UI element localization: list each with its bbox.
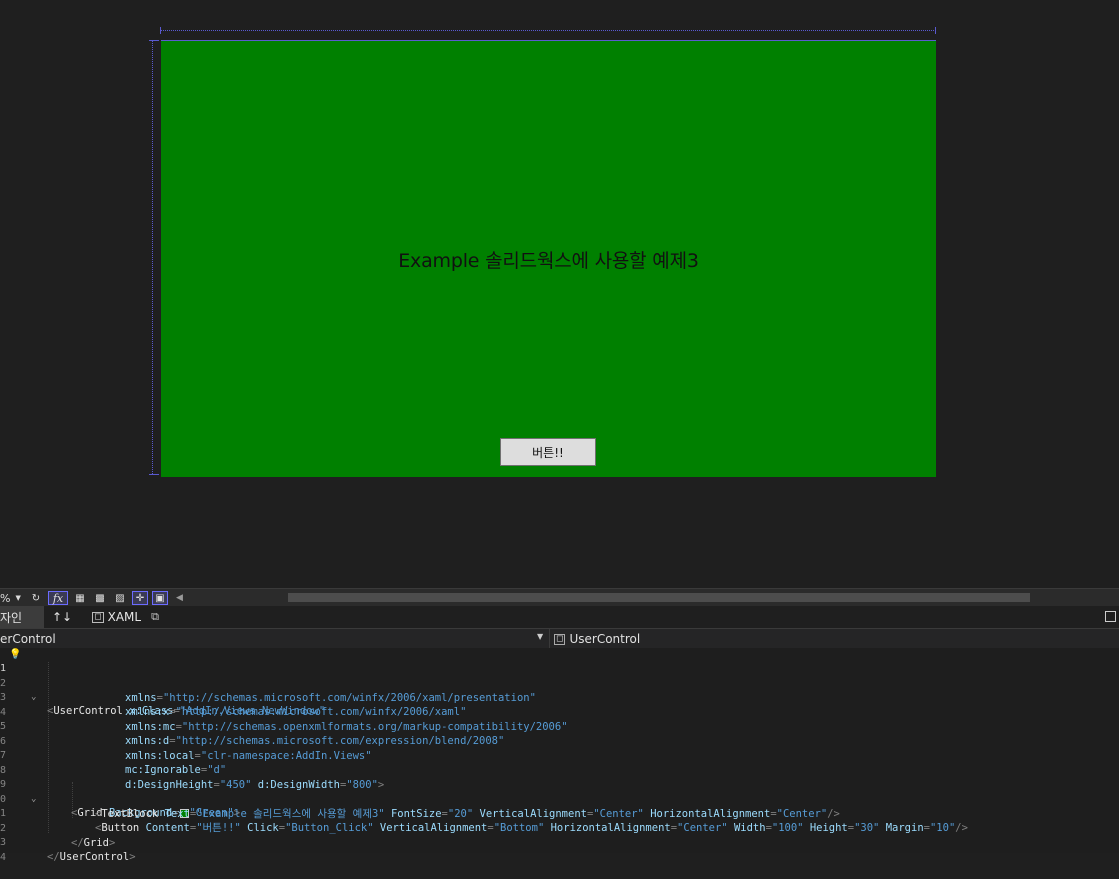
checker-icon[interactable]: ▨ (112, 591, 128, 605)
textblock-preview[interactable]: Example 솔리드웍스에 사용할 예제3 (161, 246, 936, 273)
design-surface[interactable]: Example 솔리드웍스에 사용할 예제3 버튼!! (0, 0, 1119, 588)
code-line-14[interactable]: 4 (0, 837, 1119, 863)
width-guide-tick-right (935, 27, 936, 34)
code-line-1[interactable]: 1 💡 ⌄ <UserControl x:Class="AddIn.Views.… (0, 648, 1119, 717)
xaml-code-editor[interactable]: 1 💡 ⌄ <UserControl x:Class="AddIn.Views.… (0, 648, 1119, 863)
split-view-icon[interactable] (1105, 611, 1116, 622)
height-guide-tick-top (149, 40, 159, 41)
user-control-preview[interactable]: Example 솔리드웍스에 사용할 예제3 버튼!! (161, 40, 936, 477)
code-line-8[interactable]: 8 d:DesignHeight="450" d:DesignWidth="80… (0, 750, 1119, 791)
member-dropdown[interactable]: ◻ UserControl (549, 629, 1119, 649)
code-line-5[interactable]: 5 xmlns:d="http://schemas.microsoft.com/… (0, 706, 1119, 747)
code-line-13[interactable]: 3 </UserControl> (0, 822, 1119, 863)
horizontal-scrollbar[interactable] (288, 593, 1030, 602)
tab-design-label: 자인 (0, 610, 23, 625)
chevron-down-icon[interactable]: ▼ (537, 632, 543, 641)
member-dropdown-value: UserControl (569, 632, 641, 646)
swap-panes-icon[interactable]: ↑↓ (52, 610, 72, 624)
user-control-icon: ◻ (554, 633, 566, 645)
element-dropdown[interactable]: erControl (0, 629, 546, 649)
code-line-11[interactable]: 1 <Button Content="버튼!!" Click="Button_C… (0, 793, 1119, 834)
scroll-left-icon[interactable]: ◀ (176, 593, 183, 603)
tab-xaml-label: XAML (107, 610, 142, 624)
code-line-9[interactable]: 9 ⌄ <Grid Background= "Green"> (0, 764, 1119, 819)
xaml-file-icon: ◻ (92, 611, 104, 623)
snap-grid-icon[interactable]: ▩ (92, 591, 108, 605)
zoom-dropdown[interactable]: % ▼ (0, 592, 24, 605)
device-icon[interactable]: ▣ (152, 591, 168, 605)
fx-icon[interactable]: fx (48, 591, 68, 605)
code-line-7[interactable]: 7 mc:Ignorable="d" (0, 735, 1119, 776)
tab-xaml[interactable]: ◻ XAML (92, 610, 141, 624)
button-preview[interactable]: 버튼!! (500, 438, 596, 466)
designer-toolbar: % ▼ ↻ fx ▦ ▩ ▨ ✛ ▣ ◀ (0, 588, 1119, 607)
code-line-4[interactable]: 4 xmlns:mc="http://schemas.openxmlformat… (0, 692, 1119, 733)
lightbulb-icon[interactable]: 💡 (9, 648, 21, 662)
code-line-10[interactable]: 0 <TextBlock Text="Example 솔리드웍스에 사용할 예제… (0, 779, 1119, 820)
height-guide (152, 40, 153, 474)
code-line-3[interactable]: 3 xmlns:x="http://schemas.microsoft.com/… (0, 677, 1119, 718)
code-text: </UserControl> (47, 850, 136, 864)
code-line-6[interactable]: 6 xmlns:local="clr-namespace:AddIn.Views… (0, 721, 1119, 762)
popout-icon[interactable]: ⧉ (151, 610, 159, 624)
xaml-nav-bar: erControl ▼ ◻ UserControl (0, 628, 1119, 650)
element-dropdown-value: erControl (0, 632, 56, 646)
view-tab-row: 자인 ↑↓ ◻ XAML ⧉ (0, 606, 1119, 628)
grid-icon[interactable]: ▦ (72, 591, 88, 605)
snap-lines-icon[interactable]: ✛ (132, 591, 148, 605)
width-guide (160, 30, 936, 31)
width-guide-tick-left (160, 27, 161, 34)
code-line-12[interactable]: 2 </Grid> (0, 808, 1119, 849)
tab-design[interactable]: 자인 (0, 606, 44, 628)
code-line-2[interactable]: 2 xmlns="http://schemas.microsoft.com/wi… (0, 663, 1119, 704)
chevron-down-icon: ▼ (15, 594, 21, 602)
height-guide-tick-bottom (149, 474, 159, 475)
refresh-icon[interactable]: ↻ (28, 591, 44, 605)
zoom-value: % (0, 591, 11, 605)
